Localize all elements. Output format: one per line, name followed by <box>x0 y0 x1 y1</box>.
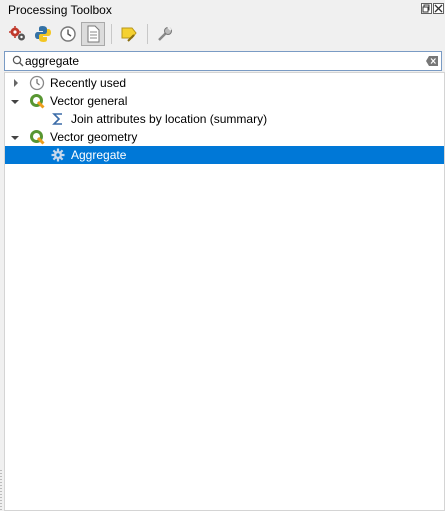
tree-item-aggregate[interactable]: Aggregate <box>5 146 444 164</box>
qgis-icon <box>30 94 45 109</box>
chevron-down-icon[interactable] <box>11 134 19 142</box>
python-icon <box>35 26 51 42</box>
tree-item-vector-general[interactable]: Vector general <box>5 92 444 110</box>
gear-icon <box>51 148 65 162</box>
clock-icon <box>29 75 45 91</box>
clear-search-icon[interactable] <box>426 56 438 66</box>
qgis-icon <box>30 130 45 145</box>
edit-in-place-icon <box>121 27 137 42</box>
chevron-down-icon[interactable] <box>11 98 19 106</box>
history-button[interactable] <box>56 22 80 46</box>
search-input[interactable]: aggregate <box>25 54 79 68</box>
panel-title: Processing Toolbox <box>8 3 112 17</box>
scripts-button[interactable] <box>31 22 55 46</box>
close-icon[interactable] <box>433 3 444 14</box>
options-button[interactable] <box>153 22 177 46</box>
results-viewer-button[interactable] <box>81 22 105 46</box>
edit-features-in-place-button[interactable] <box>117 22 141 46</box>
restore-icon[interactable] <box>421 3 432 14</box>
toolbar-separator <box>147 24 148 44</box>
tree-item-join-attributes-summary[interactable]: Join attributes by location (summary) <box>5 110 444 128</box>
wrench-icon <box>158 26 172 41</box>
document-icon <box>87 25 100 43</box>
search-box[interactable]: aggregate <box>4 51 442 71</box>
tree-item-vector-geometry[interactable]: Vector geometry <box>5 128 444 146</box>
tree-item-label: Vector general <box>50 94 128 108</box>
tree-item-label: Join attributes by location (summary) <box>71 112 268 126</box>
clock-history-icon <box>60 26 76 42</box>
chevron-right-icon[interactable] <box>12 79 20 87</box>
tree-item-label: Recently used <box>50 76 127 90</box>
resize-grip[interactable] <box>0 470 2 510</box>
sigma-icon <box>52 113 62 125</box>
search-icon <box>12 55 24 67</box>
panel-titlebar: Processing Toolbox <box>0 0 445 20</box>
models-gears-icon <box>9 26 25 41</box>
toolbar-separator <box>111 24 112 44</box>
tree-item-label: Aggregate <box>71 148 127 162</box>
tree-item-recently-used[interactable]: Recently used <box>5 74 444 92</box>
tree-item-label: Vector geometry <box>50 130 138 144</box>
toolbar <box>6 21 178 47</box>
models-button[interactable] <box>6 22 30 46</box>
algorithm-tree[interactable]: Recently used Vector general Join attrib… <box>4 72 445 511</box>
